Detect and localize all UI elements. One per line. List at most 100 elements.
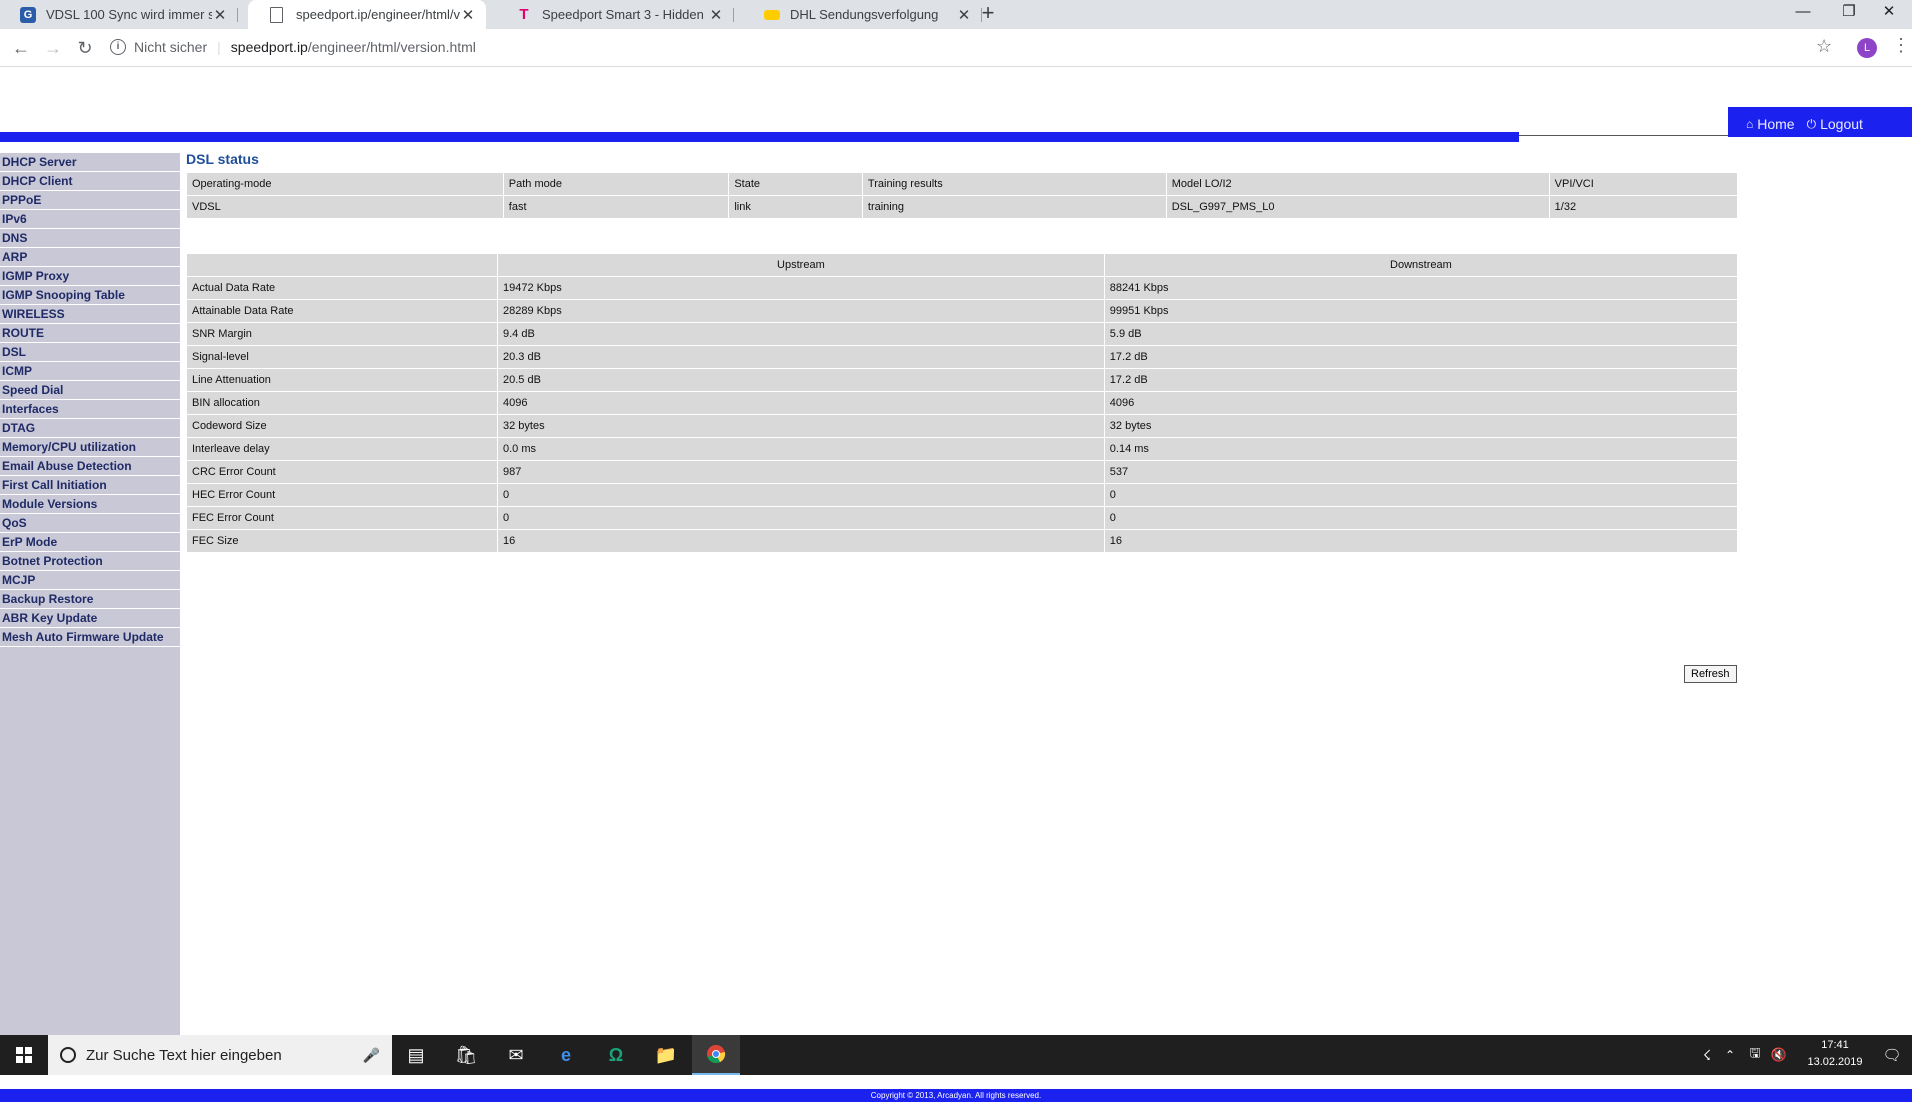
column-header: Training results — [861, 172, 1167, 196]
dsl-rates-table: Upstream Downstream Actual Data Rate 19472… — [186, 253, 1739, 553]
sidebar-item-abr-key-update[interactable]: ABR Key Update — [0, 609, 180, 628]
file-explorer-icon[interactable]: 📁 — [642, 1035, 690, 1075]
forward-icon[interactable]: → — [41, 36, 65, 60]
sidebar-item-backup-restore[interactable]: Backup Restore — [0, 590, 180, 609]
table-cell: SNR Margin — [186, 322, 498, 346]
table-cell: Line Attenuation — [186, 368, 498, 392]
taskbar-search-box[interactable]: Zur Suche Text hier eingeben 🎤 — [48, 1035, 392, 1075]
sidebar-item-dhcp-client[interactable]: DHCP Client — [0, 172, 180, 191]
sidebar-item-dhcp-server[interactable]: DHCP Server — [0, 152, 180, 172]
browser-tab[interactable]: speedport.ip/engineer/html/vers ✕ — [248, 0, 486, 29]
table-row: VDSL fast link training DSL_G997_PMS_L0 1/32 — [186, 195, 1739, 219]
network-icon[interactable]: 🖫 — [1744, 1035, 1766, 1075]
table-header-row: Operating-mode Path mode State Training res… — [186, 172, 1739, 196]
browser-tab[interactable]: G VDSL 100 Sync wird immer schle✕ — [0, 0, 238, 29]
page-title: DSL status — [186, 151, 259, 167]
task-view-icon[interactable]: ▤ — [392, 1035, 440, 1075]
table-cell: FEC Size — [186, 529, 498, 553]
table-cell: 20.5 dB — [497, 368, 1105, 392]
table-cell: 99951 Kbps — [1103, 299, 1739, 323]
edge-icon[interactable]: e — [542, 1035, 590, 1075]
show-hidden-icons[interactable]: ⌃ — [1720, 1035, 1740, 1075]
close-tab-icon[interactable]: ✕ — [708, 6, 724, 24]
table-cell: 0 — [497, 506, 1105, 530]
sidebar-item-dtag[interactable]: DTAG — [0, 419, 180, 438]
sidebar-item-module-versions[interactable]: Module Versions — [0, 495, 180, 514]
refresh-button[interactable]: Refresh — [1684, 665, 1737, 683]
table-row: Interleave delay 0.0 ms 0.14 ms — [186, 437, 1739, 461]
sidebar-item-email-abuse-detection[interactable]: Email Abuse Detection — [0, 457, 180, 476]
sidebar-menu: DHCP Server DHCP Client PPPoE IPv6 DNS ARP IGM… — [0, 152, 180, 1035]
document-icon — [270, 6, 283, 23]
close-tab-icon[interactable]: ✕ — [212, 6, 228, 24]
tab-title: speedport.ip/engineer/html/vers — [296, 7, 460, 22]
sidebar-item-first-call-initiation[interactable]: First Call Initiation — [0, 476, 180, 495]
taskbar-clock[interactable]: 17:41 13.02.2019 — [1800, 1037, 1870, 1071]
sidebar-item-wireless[interactable]: WIRELESS — [0, 305, 180, 324]
column-header: Operating-mode — [186, 172, 504, 196]
url-separator: | — [217, 39, 221, 55]
url-path: /engineer/html/version.html — [307, 39, 476, 55]
omega-app-icon[interactable]: Ω — [592, 1035, 640, 1075]
sidebar-item-botnet-protection[interactable]: Botnet Protection — [0, 552, 180, 571]
browser-tab[interactable]: DHL Sendungsverfolgung ✕ — [744, 0, 982, 29]
chrome-icon[interactable] — [692, 1035, 740, 1075]
browser-tab[interactable]: T Speedport Smart 3 - Hidden Me ✕ — [496, 0, 734, 29]
back-icon[interactable]: ← — [9, 36, 33, 60]
tab-title: DHL Sendungsverfolgung — [790, 7, 939, 22]
sidebar-item-dns[interactable]: DNS — [0, 229, 180, 248]
sidebar-item-erp-mode[interactable]: ErP Mode — [0, 533, 180, 552]
mail-icon[interactable]: ✉ — [492, 1035, 540, 1075]
new-tab-button[interactable]: + — [976, 2, 1000, 26]
profile-avatar[interactable]: L — [1857, 38, 1877, 58]
table-cell: BIN allocation — [186, 391, 498, 415]
main-content: DSL status Operating-mode Path mode State T… — [186, 150, 1739, 553]
tab-separator — [237, 8, 238, 22]
table-cell: 32 bytes — [1103, 414, 1739, 438]
close-tab-icon[interactable]: ✕ — [956, 6, 972, 24]
sidebar-item-memory-cpu-utilization[interactable]: Memory/CPU utilization — [0, 438, 180, 457]
sidebar-item-icmp[interactable]: ICMP — [0, 362, 180, 381]
sidebar-item-mesh-auto-firmware-update[interactable]: Mesh Auto Firmware Update — [0, 628, 180, 647]
tab-separator — [733, 8, 734, 22]
address-bar[interactable]: i Nicht sicher | speedport.ip/engineer/h… — [110, 34, 476, 60]
sidebar-item-qos[interactable]: QoS — [0, 514, 180, 533]
bookmark-star-icon[interactable]: ☆ — [1816, 36, 1832, 57]
sidebar-item-igmp-proxy[interactable]: IGMP Proxy — [0, 267, 180, 286]
sidebar-item-interfaces[interactable]: Interfaces — [0, 400, 180, 419]
column-header — [186, 253, 498, 277]
table-cell: Interleave delay — [186, 437, 498, 461]
table-cell: 0 — [1103, 506, 1739, 530]
sidebar-item-pppoe[interactable]: PPPoE — [0, 191, 180, 210]
sidebar-item-igmp-snooping-table[interactable]: IGMP Snooping Table — [0, 286, 180, 305]
microphone-icon[interactable]: 🎤 — [363, 1047, 380, 1064]
table-row: SNR Margin 9.4 dB 5.9 dB — [186, 322, 1739, 346]
browser-menu-icon[interactable]: ⋮ — [1892, 35, 1910, 56]
notifications-icon[interactable]: 🗨 — [1868, 1035, 1912, 1075]
store-icon[interactable]: 🛍 — [442, 1035, 490, 1075]
close-tab-icon[interactable]: ✕ — [460, 6, 476, 24]
sidebar-item-route[interactable]: ROUTE — [0, 324, 180, 343]
sidebar-item-dsl[interactable]: DSL — [0, 343, 180, 362]
windows-start-button[interactable] — [0, 1035, 48, 1075]
table-row: FEC Error Count 0 0 — [186, 506, 1739, 530]
volume-muted-icon[interactable]: 🔇 — [1768, 1035, 1790, 1075]
minimize-icon[interactable]: — — [1780, 0, 1826, 29]
home-link[interactable]: ⌂ Home — [1746, 116, 1795, 132]
table-cell: 17.2 dB — [1103, 368, 1739, 392]
reload-icon[interactable]: ↻ — [73, 36, 97, 60]
table-row: Line Attenuation 20.5 dB 17.2 dB — [186, 368, 1739, 392]
table-cell: 4096 — [497, 391, 1105, 415]
table-cell: HEC Error Count — [186, 483, 498, 507]
close-window-icon[interactable]: ✕ — [1866, 0, 1912, 29]
table-row: Codeword Size 32 bytes 32 bytes — [186, 414, 1739, 438]
table-cell: link — [728, 195, 863, 219]
info-icon[interactable]: i — [110, 39, 126, 55]
sidebar-item-mcjp[interactable]: MCJP — [0, 571, 180, 590]
sidebar-item-arp[interactable]: ARP — [0, 248, 180, 267]
cortana-icon — [60, 1047, 76, 1063]
sidebar-item-speed-dial[interactable]: Speed Dial — [0, 381, 180, 400]
logout-link[interactable]: ⏻ Logout — [1807, 116, 1863, 132]
home-label: Home — [1757, 116, 1795, 132]
sidebar-item-ipv6[interactable]: IPv6 — [0, 210, 180, 229]
